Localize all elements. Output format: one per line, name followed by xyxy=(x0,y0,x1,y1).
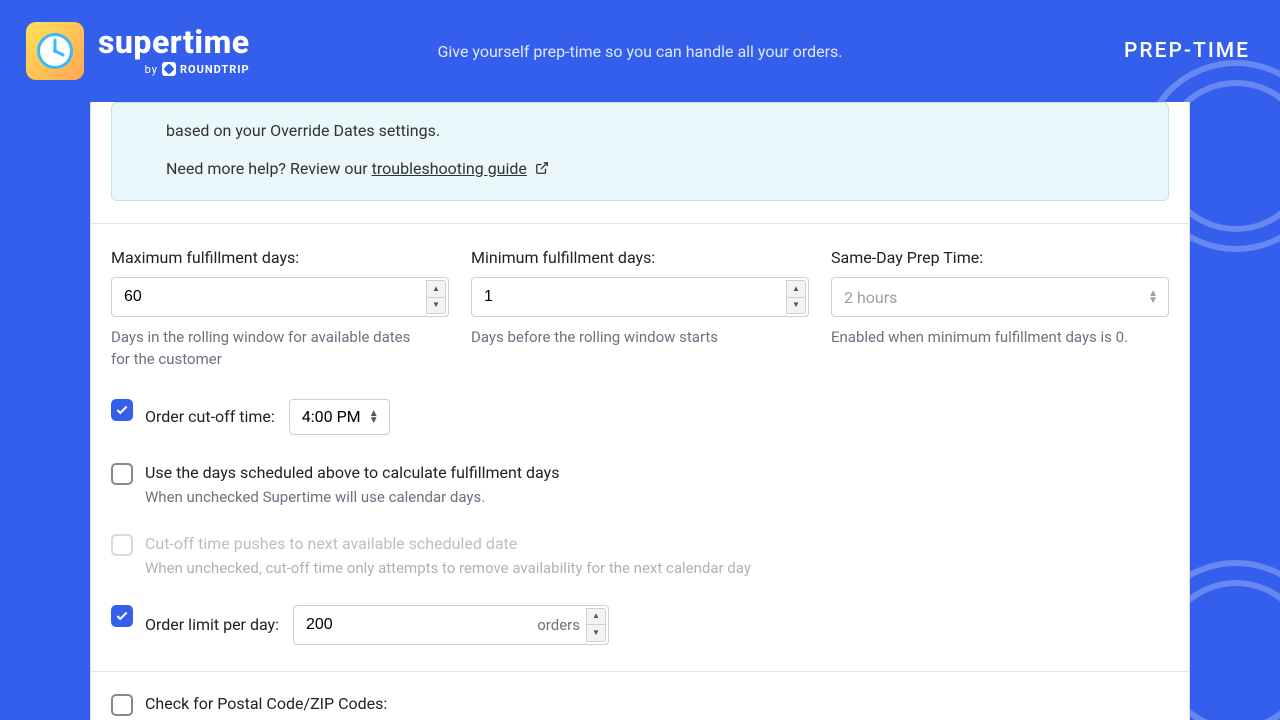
order-limit-input-wrap: orders ▲ ▼ xyxy=(293,605,609,645)
min-fulfillment-field: Minimum fulfillment days: ▲ ▼ Days befor… xyxy=(471,248,809,371)
banner-help-prefix: Need more help? Review our xyxy=(166,159,372,178)
postal-checkbox[interactable] xyxy=(111,694,133,716)
min-fulfillment-help: Days before the rolling window starts xyxy=(471,327,771,349)
order-limit-stepper: ▲ ▼ xyxy=(586,608,606,642)
app-header: supertime by ROUNDTRIP Give yourself pre… xyxy=(0,0,1280,102)
order-limit-unit: orders xyxy=(537,616,580,634)
info-banner: based on your Override Dates settings. N… xyxy=(111,102,1169,201)
corner-label: PREP-TIME xyxy=(1124,39,1250,63)
order-limit-checkbox[interactable] xyxy=(111,605,133,627)
logo-group: supertime by ROUNDTRIP xyxy=(26,22,250,80)
max-fulfillment-input[interactable] xyxy=(112,278,448,316)
stepper-up-button[interactable]: ▲ xyxy=(586,608,606,625)
max-fulfillment-field: Maximum fulfillment days: ▲ ▼ Days in th… xyxy=(111,248,449,371)
byline: by ROUNDTRIP xyxy=(98,62,250,76)
stepper-down-button[interactable]: ▼ xyxy=(786,297,806,315)
section-divider xyxy=(91,223,1189,224)
byline-brand: ROUNDTRIP xyxy=(180,63,250,76)
order-limit-input[interactable] xyxy=(294,606,474,644)
cutoff-time-select[interactable]: 4:00 PM ▲▼ xyxy=(289,399,390,435)
min-fulfillment-input-wrap: ▲ ▼ xyxy=(471,277,809,317)
push-next-checkbox xyxy=(111,534,133,556)
header-tagline: Give yourself prep-time so you can handl… xyxy=(438,42,843,61)
brand-name: supertime xyxy=(98,26,250,58)
select-caret-icon: ▲▼ xyxy=(1148,290,1158,304)
select-caret-icon: ▲▼ xyxy=(369,410,379,424)
troubleshooting-link[interactable]: troubleshooting guide xyxy=(372,159,527,178)
max-fulfillment-input-wrap: ▲ ▼ xyxy=(111,277,449,317)
banner-line-1: based on your Override Dates settings. xyxy=(166,119,1144,143)
use-schedule-sub: When unchecked Supertime will use calend… xyxy=(145,488,559,506)
prep-time-value: 2 hours xyxy=(844,288,897,307)
stepper-down-button[interactable]: ▼ xyxy=(586,624,606,642)
check-icon xyxy=(115,609,129,623)
max-fulfillment-label: Maximum fulfillment days: xyxy=(111,248,449,267)
cutoff-checkbox[interactable] xyxy=(111,399,133,421)
external-link-icon xyxy=(535,158,549,182)
app-logo-badge xyxy=(26,22,84,80)
prep-time-label: Same-Day Prep Time: xyxy=(831,248,1169,267)
cutoff-time-value: 4:00 PM xyxy=(302,407,361,426)
settings-panel: based on your Override Dates settings. N… xyxy=(90,102,1190,720)
order-limit-label: Order limit per day: xyxy=(145,615,279,634)
clock-icon xyxy=(33,29,77,73)
min-fulfillment-input[interactable] xyxy=(472,278,808,316)
min-fulfillment-label: Minimum fulfillment days: xyxy=(471,248,809,267)
max-fulfillment-stepper: ▲ ▼ xyxy=(426,280,446,314)
use-schedule-row: Use the days scheduled above to calculat… xyxy=(111,463,1169,506)
postal-row: Check for Postal Code/ZIP Codes: xyxy=(111,694,1169,716)
fulfillment-fields-row: Maximum fulfillment days: ▲ ▼ Days in th… xyxy=(111,248,1169,371)
roundtrip-mark-icon xyxy=(162,62,176,76)
byline-prefix: by xyxy=(145,63,158,76)
cutoff-label: Order cut-off time: xyxy=(145,407,275,426)
cutoff-row: Order cut-off time: 4:00 PM ▲▼ xyxy=(111,399,1169,435)
stepper-down-button[interactable]: ▼ xyxy=(426,297,446,315)
section-divider xyxy=(91,671,1189,672)
max-fulfillment-help: Days in the rolling window for available… xyxy=(111,327,411,371)
push-next-label: Cut-off time pushes to next available sc… xyxy=(145,534,751,553)
banner-help-line: Need more help? Review our troubleshooti… xyxy=(166,157,1144,182)
push-next-row: Cut-off time pushes to next available sc… xyxy=(111,534,1169,577)
postal-label: Check for Postal Code/ZIP Codes: xyxy=(145,694,387,713)
prep-time-help: Enabled when minimum fulfillment days is… xyxy=(831,327,1169,349)
use-schedule-label: Use the days scheduled above to calculat… xyxy=(145,463,559,482)
min-fulfillment-stepper: ▲ ▼ xyxy=(786,280,806,314)
stepper-up-button[interactable]: ▲ xyxy=(786,280,806,297)
stepper-up-button[interactable]: ▲ xyxy=(426,280,446,297)
prep-time-field: Same-Day Prep Time: 2 hours ▲▼ Enabled w… xyxy=(831,248,1169,371)
push-next-sub: When unchecked, cut-off time only attemp… xyxy=(145,559,751,577)
order-limit-row: Order limit per day: orders ▲ ▼ xyxy=(111,605,1169,645)
check-icon xyxy=(115,403,129,417)
prep-time-select: 2 hours ▲▼ xyxy=(831,277,1169,317)
use-schedule-checkbox[interactable] xyxy=(111,463,133,485)
